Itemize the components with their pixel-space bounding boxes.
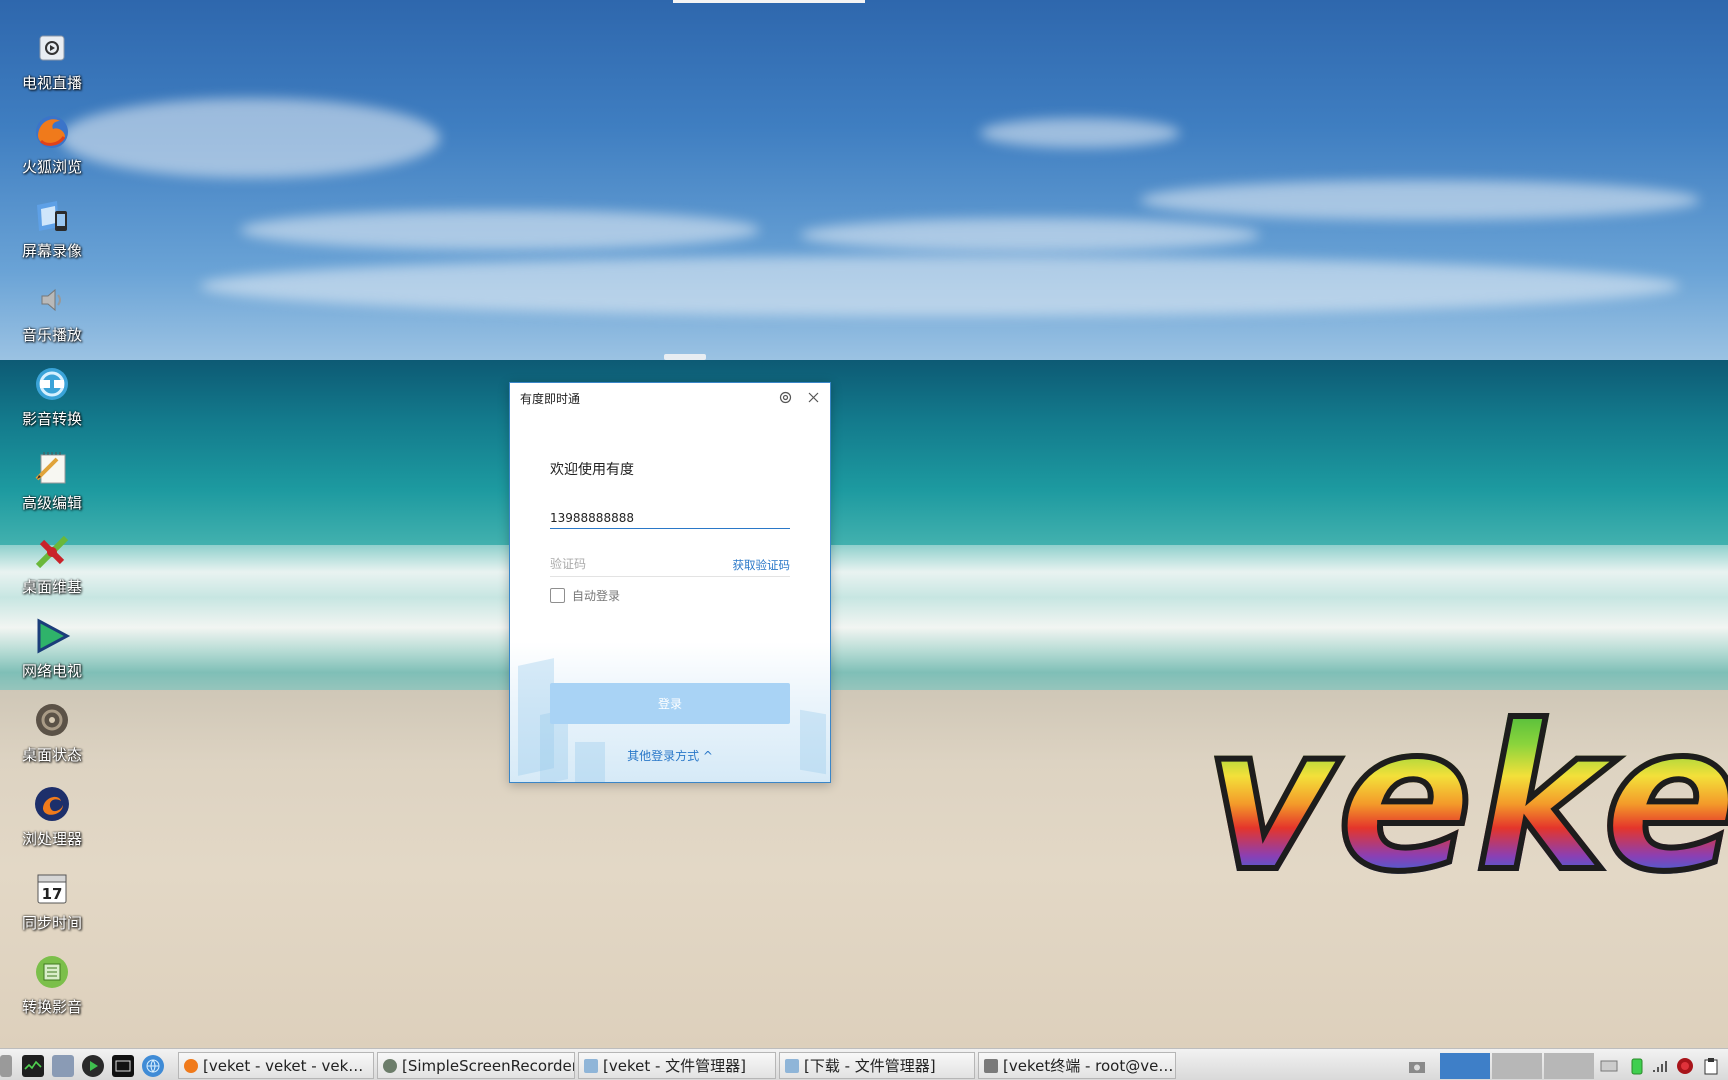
desktop-icon-label: 浏处理器 [21,830,82,848]
desktop-icon-label: 影音转换 [21,410,82,428]
terminal-icon[interactable] [112,1055,134,1077]
desktop-icon-convert[interactable]: 转换影音 [8,950,96,1030]
play-icon [32,616,72,656]
desktop-icon-media-convert[interactable]: 影音转换 [8,362,96,442]
task-button-terminal[interactable]: [veket终端 - root@ve… [978,1052,1176,1079]
desktop-icon-label: 音乐播放 [21,326,82,344]
taskbar: [veket - veket - vek… [SimpleScreenRecor… [0,1048,1728,1080]
desktop-icon-sync-time[interactable]: 17 同步时间 [8,866,96,946]
folder-icon [584,1058,598,1073]
desktop-icon-label: 转换影音 [21,998,82,1016]
desktop-icon-editor[interactable]: 高级编辑 [8,446,96,526]
desktop-icon-label: 火狐浏览 [21,158,82,176]
desktop-icon-label: 桌面维基 [21,578,82,596]
desktop-icon-status[interactable]: 桌面状态 [8,698,96,778]
welcome-heading: 欢迎使用有度 [550,462,634,478]
convert-icon [32,952,72,992]
desktop-wallpaper: veket [0,0,1728,1048]
task-label: [SimpleScreenRecorder] [402,1056,574,1075]
desktop-icon-label: 高级编辑 [21,494,82,512]
top-strip [673,0,865,3]
svg-text:17: 17 [42,885,63,903]
task-button-downloads[interactable]: [下载 - 文件管理器] [779,1052,975,1079]
other-login-methods-link[interactable]: 其他登录方式 ^ [510,747,830,764]
verification-code-input[interactable] [550,553,720,575]
clipboard-icon[interactable] [1702,1057,1720,1075]
login-dialog: 有度即时通 欢迎使用有度 获取验证码 自动登录 登录 其他登录方式 ^ [509,382,831,783]
task-label: [veket - 文件管理器] [603,1057,747,1075]
firefox-icon [184,1058,198,1073]
folder-icon [785,1058,799,1073]
desktop-pager-2[interactable] [1492,1053,1542,1079]
close-icon [808,392,818,402]
ship [664,354,706,360]
cloud [60,98,440,178]
screen-recorder-icon [32,196,72,236]
task-label: [veket - veket - vek… [203,1056,364,1075]
battery-icon[interactable] [1628,1057,1646,1075]
settings-button[interactable] [774,387,796,407]
desktop-pager-3[interactable] [1544,1053,1594,1079]
cloud [980,118,1180,148]
desktop-icon-firefox[interactable]: 火狐浏览 [8,110,96,190]
task-label: [下载 - 文件管理器] [804,1057,936,1075]
settings-icon [779,391,791,403]
desktop-icon-screen-recorder[interactable]: 屏幕录像 [8,194,96,274]
media-icon[interactable] [82,1055,104,1077]
calendar-icon: 17 [32,868,72,908]
desktop-icon-label: 屏幕录像 [21,242,82,260]
record-icon[interactable] [1676,1057,1694,1075]
media-convert-icon [32,364,72,404]
task-button-screenrecorder[interactable]: [SimpleScreenRecorder] [377,1052,575,1079]
task-label: [veket终端 - root@ve… [1003,1057,1174,1075]
firefox-icon [32,112,72,152]
wallpaper-sea [0,360,1728,560]
desktop-pager-1[interactable] [1440,1053,1490,1079]
decoration-shape [800,709,826,775]
notepad-icon [32,448,72,488]
menu-icon[interactable] [0,1055,12,1077]
desktop-icon-label: 桌面状态 [21,746,82,764]
tv-icon [32,28,72,68]
wiki-icon [32,532,72,572]
veket-logo: veket [1202,697,1728,903]
desktop-icon-tv[interactable]: 电视直播 [8,26,96,106]
recorder-icon [383,1058,397,1073]
settings-icon[interactable] [52,1055,74,1077]
close-button[interactable] [802,387,824,407]
desktop-icon-label: 同步时间 [21,914,82,932]
keyboard-icon[interactable] [1600,1057,1618,1075]
screenshot-icon[interactable] [1408,1057,1426,1075]
desktop-icon-music[interactable]: 音乐播放 [8,278,96,358]
task-button-file-manager[interactable]: [veket - 文件管理器] [578,1052,776,1079]
task-button-firefox[interactable]: [veket - veket - vek… [178,1052,374,1079]
desktop-icon-wiki[interactable]: 桌面维基 [8,530,96,610]
desktop-icon-processor[interactable]: 浏处理器 [8,782,96,862]
code-underline [550,576,790,577]
desktop-icon-net-tv[interactable]: 网络电视 [8,614,96,694]
cloud [800,218,1260,252]
signal-icon[interactable] [1652,1057,1670,1075]
speaker-icon [32,280,72,320]
phone-input[interactable] [550,507,790,529]
cloud [200,256,1680,316]
auto-login-checkbox[interactable] [550,588,565,603]
login-button[interactable]: 登录 [550,683,790,724]
processor-icon [32,784,72,824]
cloud [240,210,760,250]
wallpaper-surf [0,545,1728,695]
globe-icon[interactable] [142,1055,164,1077]
status-icon [32,700,72,740]
terminal-icon [984,1058,998,1073]
auto-login-option[interactable]: 自动登录 [550,587,620,604]
desktop-icon-label: 电视直播 [21,74,82,92]
get-code-link[interactable]: 获取验证码 [730,557,791,573]
dialog-title: 有度即时通 [520,392,581,406]
auto-login-label: 自动登录 [572,589,621,603]
cloud [1140,180,1700,220]
desktop-icon-label: 网络电视 [21,662,82,680]
system-monitor-icon[interactable] [22,1055,44,1077]
